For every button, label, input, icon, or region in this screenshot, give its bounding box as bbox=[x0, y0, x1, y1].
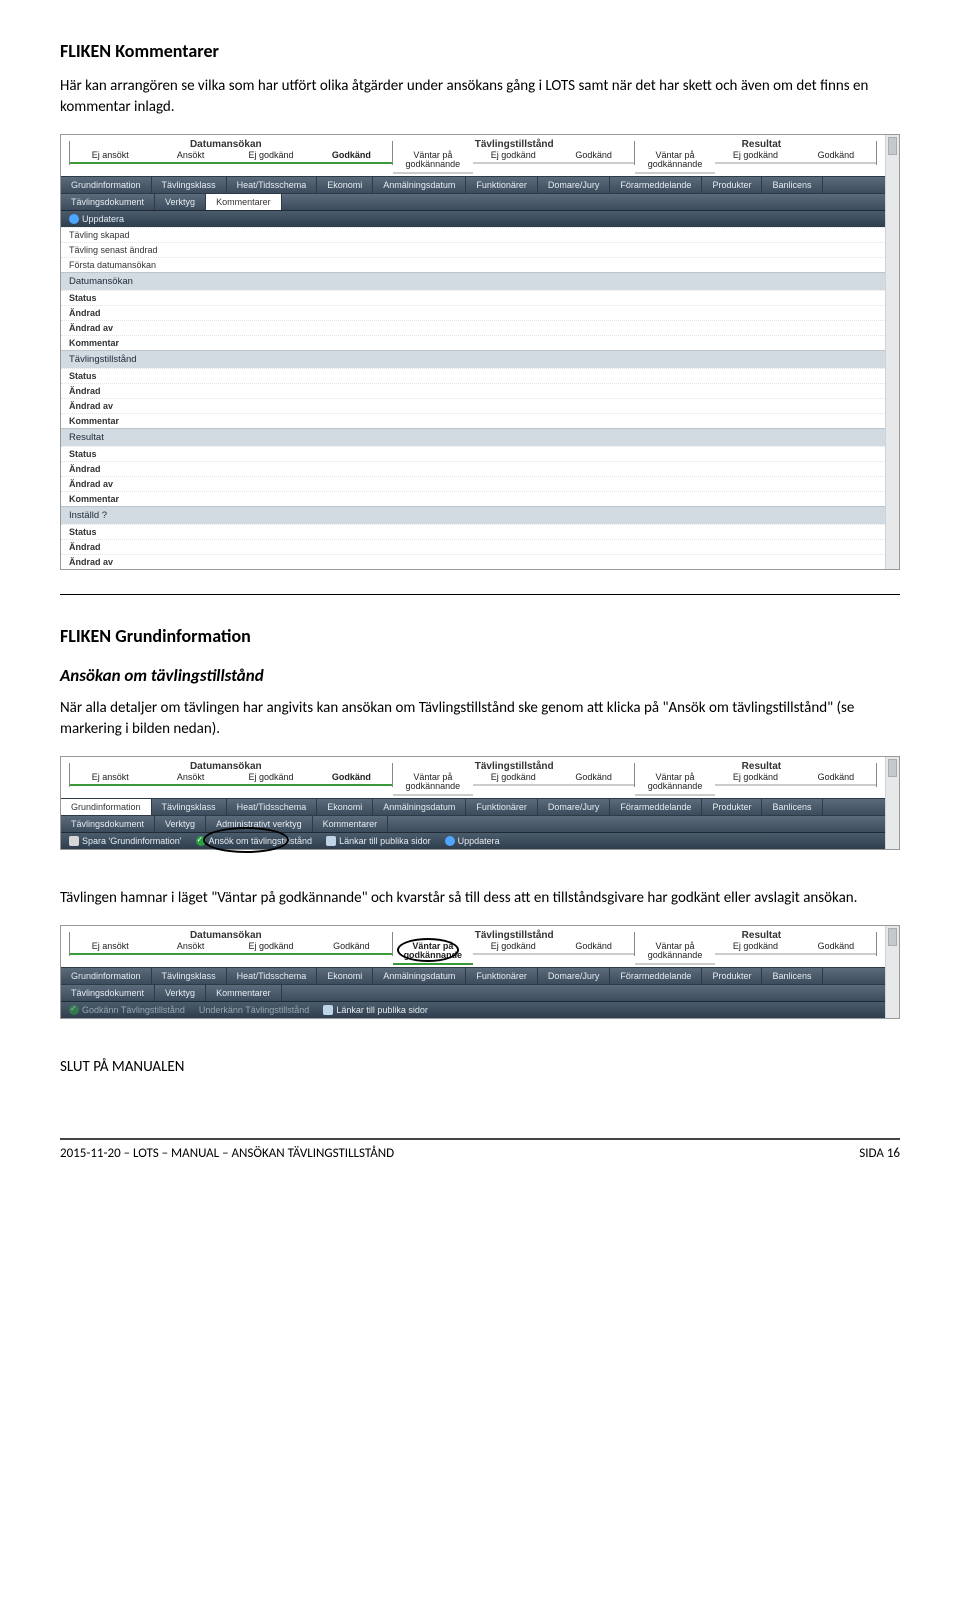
field-row: Kommentar bbox=[61, 491, 885, 506]
screenshot-kommentarer: Datumansökan Tävlingstillstånd Resultat … bbox=[60, 134, 900, 570]
tab-grundinformation[interactable]: Grundinformation bbox=[61, 177, 152, 193]
tab-t-vlingsklass[interactable]: Tävlingsklass bbox=[152, 968, 227, 984]
field-row: Ändrad av bbox=[61, 320, 885, 335]
scrollbar[interactable] bbox=[885, 926, 899, 1018]
tab-banlicens[interactable]: Banlicens bbox=[762, 799, 822, 815]
tab-kommentarer[interactable]: Kommentarer bbox=[206, 985, 282, 1001]
highlight-circle bbox=[397, 938, 459, 962]
tab-domare-jury[interactable]: Domare/Jury bbox=[538, 968, 611, 984]
tab-t-vlingsklass[interactable]: Tävlingsklass bbox=[152, 177, 227, 193]
tab-domare-jury[interactable]: Domare/Jury bbox=[538, 799, 611, 815]
save-icon bbox=[69, 836, 79, 846]
field-row: Status bbox=[61, 524, 885, 539]
tab-f-rarmeddelande[interactable]: Förarmeddelande bbox=[610, 968, 702, 984]
tab-funktion-rer[interactable]: Funktionärer bbox=[466, 177, 538, 193]
field-row: Kommentar bbox=[61, 335, 885, 350]
toolbar-btn[interactable]: Spara 'Grundinformation' bbox=[69, 836, 182, 846]
tab-produkter[interactable]: Produkter bbox=[702, 968, 762, 984]
blue-icon bbox=[445, 836, 455, 846]
page-footer: 2015-11-20 – LOTS – MANUAL – ANSÖKAN TÄV… bbox=[60, 1138, 900, 1161]
tab-ekonomi[interactable]: Ekonomi bbox=[317, 968, 373, 984]
tab-anm-lningsdatum[interactable]: Anmälningsdatum bbox=[373, 177, 466, 193]
scrollbar[interactable] bbox=[885, 135, 899, 569]
blue-icon bbox=[69, 214, 79, 224]
tab-produkter[interactable]: Produkter bbox=[702, 799, 762, 815]
tab-funktion-rer[interactable]: Funktionärer bbox=[466, 799, 538, 815]
field-row: Ändrad bbox=[61, 383, 885, 398]
tab-funktion-rer[interactable]: Funktionärer bbox=[466, 968, 538, 984]
tab-t-vlingsdokument[interactable]: Tävlingsdokument bbox=[61, 194, 155, 210]
tab-grundinformation[interactable]: Grundinformation bbox=[61, 968, 152, 984]
section-header: Datumansökan bbox=[61, 272, 885, 290]
toolbar-btn[interactable]: Godkänn Tävlingstillstånd bbox=[69, 1005, 185, 1015]
tab-kommentarer[interactable]: Kommentarer bbox=[313, 816, 389, 832]
section1-title: FLIKEN Kommentarer bbox=[60, 40, 900, 62]
toolbar-btn[interactable]: Uppdatera bbox=[445, 836, 500, 846]
field-row: Status bbox=[61, 446, 885, 461]
tab-domare-jury[interactable]: Domare/Jury bbox=[538, 177, 611, 193]
scrollbar[interactable] bbox=[885, 757, 899, 849]
section2-subtitle: Ansökan om tävlingstillstånd bbox=[60, 665, 900, 686]
section-header: Resultat bbox=[61, 428, 885, 446]
tab-verktyg[interactable]: Verktyg bbox=[155, 985, 206, 1001]
tab-ekonomi[interactable]: Ekonomi bbox=[317, 177, 373, 193]
doc-icon bbox=[326, 836, 336, 846]
footer-right: SIDA 16 bbox=[859, 1146, 900, 1161]
tab-t-vlingsklass[interactable]: Tävlingsklass bbox=[152, 799, 227, 815]
field-row: Ändrad av bbox=[61, 398, 885, 413]
tab-t-vlingsdokument[interactable]: Tävlingsdokument bbox=[61, 816, 155, 832]
progress-headers: Datumansökan Tävlingstillstånd Resultat bbox=[61, 139, 885, 150]
tab-heat-tidsschema[interactable]: Heat/Tidsschema bbox=[227, 968, 318, 984]
toolbar-btn[interactable]: Länkar till publika sidor bbox=[326, 836, 431, 846]
field-row: Kommentar bbox=[61, 413, 885, 428]
tab-banlicens[interactable]: Banlicens bbox=[762, 177, 822, 193]
field-row: Ändrad bbox=[61, 305, 885, 320]
section2-para: När alla detaljer om tävlingen har angiv… bbox=[60, 698, 900, 740]
tab-verktyg[interactable]: Verktyg bbox=[155, 194, 206, 210]
tab-ekonomi[interactable]: Ekonomi bbox=[317, 799, 373, 815]
toolbar-btn[interactable]: Uppdatera bbox=[69, 214, 124, 224]
section-divider bbox=[60, 594, 900, 595]
field-row: Ändrad av bbox=[61, 476, 885, 491]
highlight-circle bbox=[203, 827, 289, 853]
field-row: Ändrad bbox=[61, 461, 885, 476]
screenshot-grundinfo: Datumansökan Tävlingstillstånd Resultat … bbox=[60, 756, 900, 850]
tab-anm-lningsdatum[interactable]: Anmälningsdatum bbox=[373, 968, 466, 984]
screenshot-vantar: Datumansökan Tävlingstillstånd Resultat … bbox=[60, 925, 900, 1019]
section2-title: FLIKEN Grundinformation bbox=[60, 625, 900, 647]
section1-para: Här kan arrangören se vilka som har utfö… bbox=[60, 76, 900, 118]
field-row: Tävling senast ändrad bbox=[61, 242, 885, 257]
section3-para: Tävlingen hamnar i läget "Väntar på godk… bbox=[60, 888, 900, 909]
tab-kommentarer[interactable]: Kommentarer bbox=[206, 194, 282, 210]
field-row: Status bbox=[61, 368, 885, 383]
doc-icon bbox=[323, 1005, 333, 1015]
tab-produkter[interactable]: Produkter bbox=[702, 177, 762, 193]
field-row: Tävling skapad bbox=[61, 227, 885, 242]
tab-t-vlingsdokument[interactable]: Tävlingsdokument bbox=[61, 985, 155, 1001]
field-row: Första datumansökan bbox=[61, 257, 885, 272]
toolbar-btn[interactable]: Länkar till publika sidor bbox=[323, 1005, 428, 1015]
progress-headers: Datumansökan Tävlingstillstånd Resultat bbox=[61, 761, 885, 772]
tab-heat-tidsschema[interactable]: Heat/Tidsschema bbox=[227, 799, 318, 815]
tab-anm-lningsdatum[interactable]: Anmälningsdatum bbox=[373, 799, 466, 815]
green-icon bbox=[69, 1005, 79, 1015]
section-header: Inställd ? bbox=[61, 506, 885, 524]
field-row: Status bbox=[61, 290, 885, 305]
field-row: Ändrad bbox=[61, 539, 885, 554]
tab-heat-tidsschema[interactable]: Heat/Tidsschema bbox=[227, 177, 318, 193]
tab-f-rarmeddelande[interactable]: Förarmeddelande bbox=[610, 177, 702, 193]
tab-f-rarmeddelande[interactable]: Förarmeddelande bbox=[610, 799, 702, 815]
tab-grundinformation[interactable]: Grundinformation bbox=[61, 799, 152, 815]
closing-text: SLUT PÅ MANUALEN bbox=[60, 1057, 900, 1078]
field-row: Ändrad av bbox=[61, 554, 885, 569]
section-header: Tävlingstillstånd bbox=[61, 350, 885, 368]
footer-left: 2015-11-20 – LOTS – MANUAL – ANSÖKAN TÄV… bbox=[60, 1146, 394, 1161]
tab-verktyg[interactable]: Verktyg bbox=[155, 816, 206, 832]
progress-headers: Datumansökan Tävlingstillstånd Resultat bbox=[61, 930, 885, 941]
toolbar-btn[interactable]: Underkänn Tävlingstillstånd bbox=[199, 1005, 309, 1015]
tab-banlicens[interactable]: Banlicens bbox=[762, 968, 822, 984]
